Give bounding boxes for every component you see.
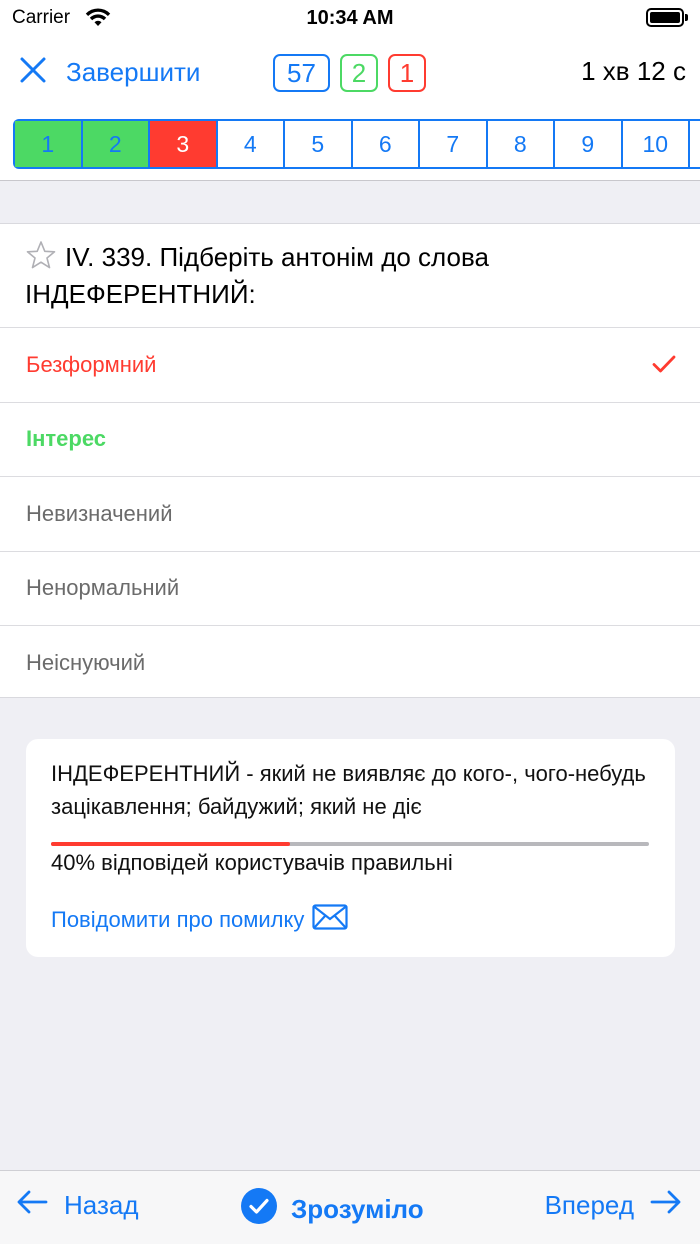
answer-list: Безформний Інтерес Невизначений Ненормальни… bbox=[0, 327, 700, 700]
finish-button[interactable]: Завершити bbox=[18, 52, 200, 92]
wrong-counter: 1 bbox=[388, 54, 426, 92]
correct-rate-text: 40% відповідей користувачів правильні bbox=[51, 850, 453, 875]
close-icon bbox=[18, 55, 48, 90]
navbar: Завершити 57 2 1 1 хв 12 с bbox=[0, 44, 700, 100]
question-cell[interactable]: 5 bbox=[285, 121, 353, 167]
question-header: IV. 339. Підберіть антонім до слова ІНДЕ… bbox=[25, 240, 685, 311]
back-button[interactable]: Назад bbox=[16, 1189, 139, 1222]
status-time: 10:34 AM bbox=[306, 7, 394, 29]
timer: 1 хв 12 с bbox=[581, 56, 686, 86]
forward-button[interactable]: Вперед bbox=[545, 1189, 682, 1222]
answer-label: Інтерес bbox=[26, 426, 107, 452]
mail-icon bbox=[312, 904, 348, 936]
answer-option[interactable]: Безформний bbox=[0, 327, 700, 402]
question-cell[interactable]: 1 bbox=[15, 121, 83, 167]
total-counter: 57 bbox=[273, 54, 330, 92]
explanation-card: ІНДЕФЕРЕНТНИЙ - який не виявляє до кого-… bbox=[26, 739, 675, 957]
check-circle-icon bbox=[241, 1188, 277, 1231]
arrow-right-icon bbox=[650, 1189, 682, 1222]
question-cell[interactable]: 7 bbox=[420, 121, 488, 167]
answer-option[interactable]: Ненормальний bbox=[0, 550, 700, 626]
report-label: Повідомити про помилку bbox=[51, 907, 305, 932]
question-cell[interactable]: 4 bbox=[217, 121, 285, 167]
answer-option[interactable]: Неіснуючий bbox=[0, 625, 700, 700]
question-cell[interactable]: 8 bbox=[487, 121, 555, 167]
question-cell[interactable]: 3 bbox=[150, 121, 218, 167]
correct-counter: 2 bbox=[340, 54, 378, 92]
question-strip[interactable]: 1 2 3 4 5 6 7 8 9 10 bbox=[13, 119, 700, 169]
battery-icon bbox=[646, 8, 688, 27]
question-text: IV. 339. Підберіть антонім до слова ІНДЕ… bbox=[25, 242, 489, 309]
understood-button[interactable]: Зрозуміло bbox=[241, 1188, 424, 1231]
question-strip-inner: 1 2 3 4 5 6 7 8 9 10 bbox=[13, 119, 700, 169]
understood-label: Зрозуміло bbox=[291, 1194, 424, 1224]
score-counters: 57 2 1 bbox=[273, 54, 426, 92]
finish-label: Завершити bbox=[66, 56, 201, 87]
checkmark-icon bbox=[652, 354, 676, 380]
back-label: Назад bbox=[64, 1190, 139, 1220]
star-icon[interactable] bbox=[25, 240, 57, 278]
correct-rate-bar bbox=[51, 842, 649, 846]
answer-option[interactable]: Невизначений bbox=[0, 476, 700, 551]
explanation-text: ІНДЕФЕРЕНТНИЙ - який не виявляє до кого-… bbox=[51, 761, 646, 819]
answer-option[interactable]: Інтерес bbox=[0, 401, 700, 477]
question-cell[interactable]: 10 bbox=[622, 121, 690, 167]
report-error-link[interactable]: Повідомити про помилку bbox=[51, 904, 348, 936]
answer-label: Неіснуючий bbox=[26, 649, 146, 675]
answer-label: Невизначений bbox=[26, 500, 173, 526]
question-card: IV. 339. Підберіть антонім до слова ІНДЕ… bbox=[0, 223, 700, 698]
answer-label: Безформний bbox=[26, 351, 157, 377]
correct-rate-fill bbox=[51, 842, 291, 846]
bottom-toolbar: Назад Зрозуміло Вперед bbox=[0, 1170, 700, 1244]
question-cell[interactable]: 9 bbox=[555, 121, 623, 167]
status-bar: Carrier 10:34 AM bbox=[0, 0, 700, 36]
arrow-left-icon bbox=[16, 1189, 48, 1222]
question-cell[interactable]: 6 bbox=[352, 121, 420, 167]
question-cell[interactable]: 2 bbox=[82, 121, 150, 167]
answer-label: Ненормальний bbox=[26, 575, 180, 601]
forward-label: Вперед bbox=[544, 1190, 634, 1220]
top-area: Carrier 10:34 AM Завершити 57 2 1 1 хв 1… bbox=[0, 0, 700, 181]
